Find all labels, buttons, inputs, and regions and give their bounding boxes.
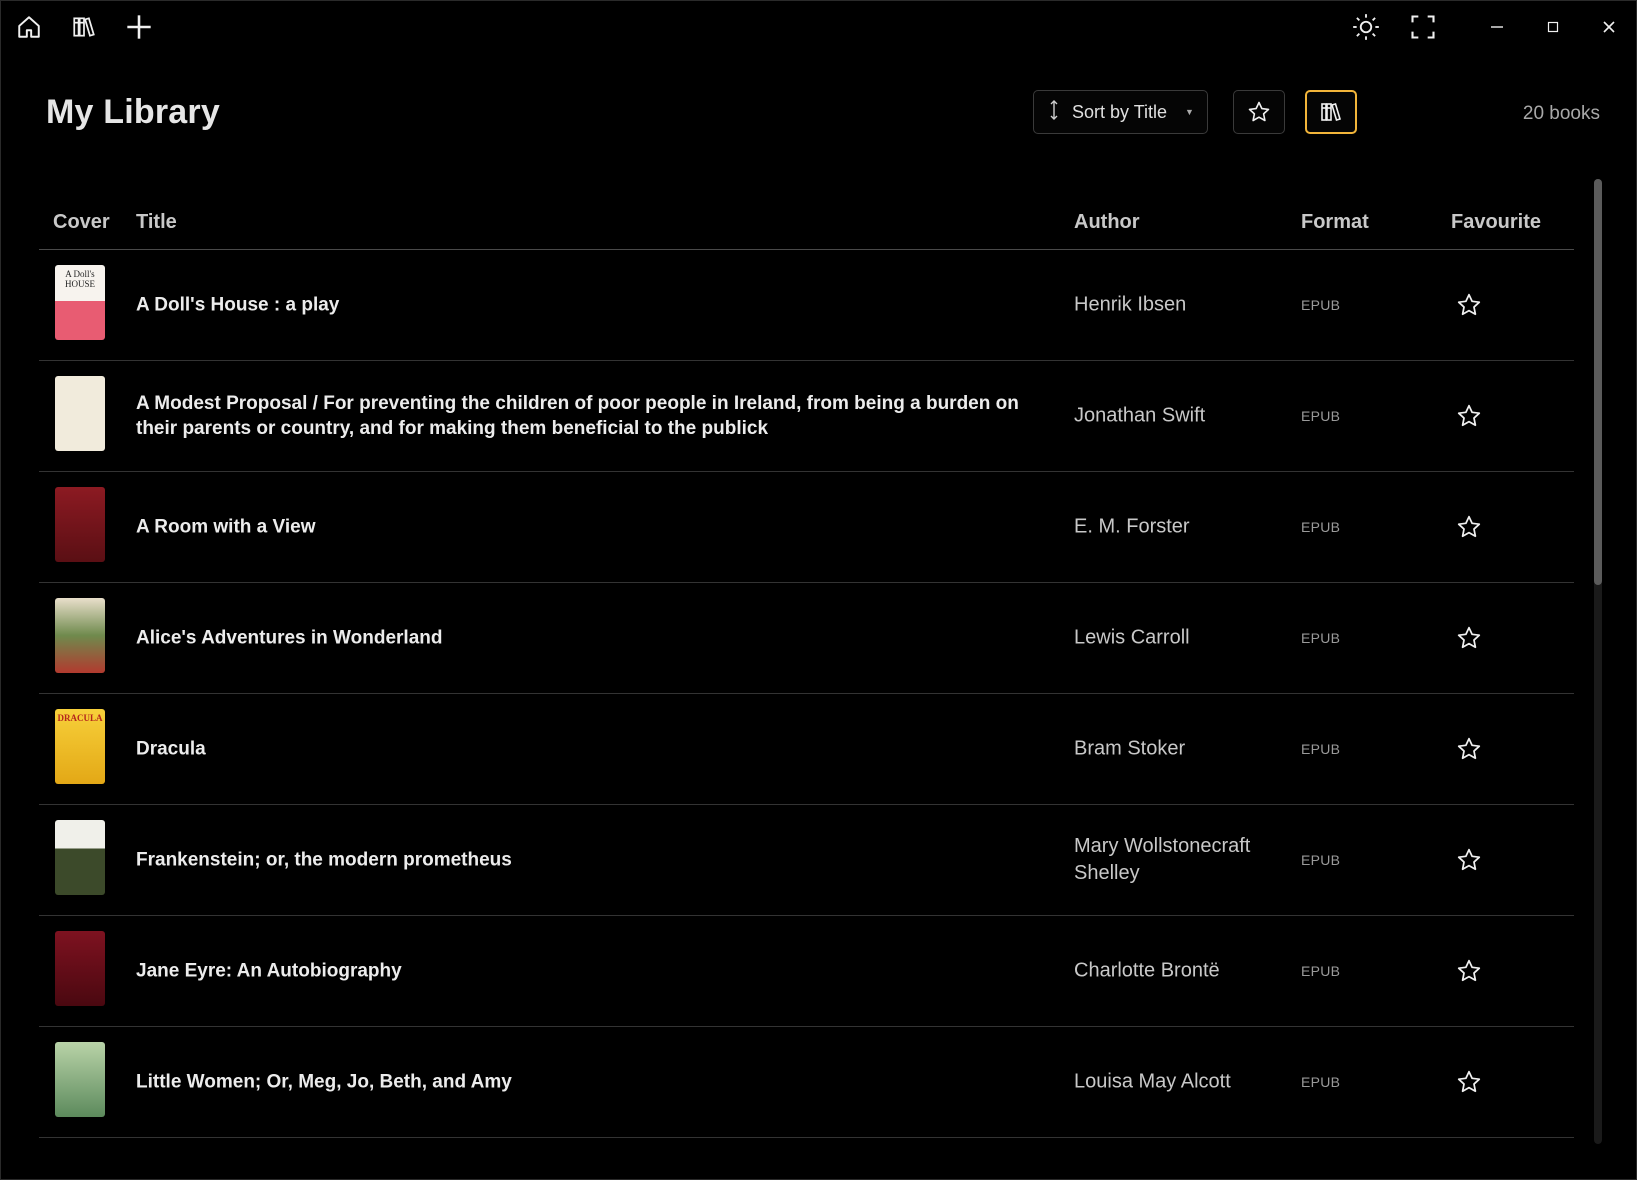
favourite-toggle[interactable] [1454,290,1484,320]
book-author: Louisa May Alcott [1074,1070,1231,1093]
book-author: Mary Wollstonecraft Shelley [1074,835,1251,884]
book-format: EPUB [1301,852,1341,868]
star-icon [1248,101,1270,122]
favourite-toggle[interactable] [1454,956,1484,986]
favourites-filter-button[interactable] [1233,90,1285,134]
star-icon [1457,404,1481,427]
sort-dropdown[interactable]: Sort by Title ▼ [1033,90,1208,134]
books-count: 20 books [1522,103,1600,124]
column-header-format[interactable]: Format [1301,211,1369,234]
scrollbar-thumb[interactable] [1594,179,1602,585]
book-title[interactable]: Dracula [136,737,1036,762]
book-author: E. M. Forster [1074,515,1190,538]
page-title: My Library [46,93,220,131]
book-cover[interactable] [55,598,105,673]
star-icon [1457,848,1481,871]
book-format: EPUB [1301,519,1341,535]
book-title[interactable]: Alice's Adventures in Wonderland [136,626,1036,651]
close-icon[interactable] [1589,7,1629,47]
book-title[interactable]: Jane Eyre: An Autobiography [136,959,1036,984]
book-cover[interactable] [55,487,105,562]
sort-icon [1048,99,1060,126]
favourite-toggle[interactable] [1454,845,1484,875]
table-row[interactable]: A Room with a View E. M. Forster EPUB [39,472,1574,583]
book-cover[interactable]: DRACULA [55,709,105,784]
favourite-toggle[interactable] [1454,401,1484,431]
star-icon [1457,515,1481,538]
book-cover[interactable] [55,376,105,451]
favourite-toggle[interactable] [1454,623,1484,653]
column-header-cover: Cover [53,211,110,233]
table-row[interactable]: Little Women; Or, Meg, Jo, Beth, and Amy… [39,1027,1574,1138]
star-icon [1457,959,1481,982]
book-title[interactable]: A Room with a View [136,515,1036,540]
title-bar [1,1,1636,53]
home-icon[interactable] [9,7,49,47]
fullscreen-icon[interactable] [1403,7,1443,47]
book-author: Jonathan Swift [1074,404,1206,427]
book-title[interactable]: A Doll's House : a play [136,293,1036,318]
book-author: Bram Stoker [1074,737,1186,760]
app-window: My Library Sort by Title ▼ 20 books Cove… [0,0,1637,1180]
table-row[interactable]: A Doll's HOUSE A Doll's House : a play H… [39,250,1574,361]
library-header: My Library Sort by Title ▼ 20 books [1,81,1636,145]
favourite-toggle[interactable] [1454,734,1484,764]
vertical-scrollbar[interactable] [1594,179,1602,1144]
book-cover[interactable]: A Doll's HOUSE [55,265,105,340]
book-format: EPUB [1301,741,1341,757]
star-icon [1457,737,1481,760]
sort-label: Sort by Title [1072,101,1168,122]
star-icon [1457,1070,1481,1093]
book-title[interactable]: Little Women; Or, Meg, Jo, Beth, and Amy [136,1070,1036,1095]
sun-icon[interactable] [1346,7,1386,47]
table-row[interactable]: Jane Eyre: An Autobiography Charlotte Br… [39,916,1574,1027]
book-format: EPUB [1301,297,1341,313]
table-row[interactable]: Alice's Adventures in Wonderland Lewis C… [39,583,1574,694]
library-view-button[interactable] [1305,90,1357,134]
column-header-title[interactable]: Title [136,211,177,234]
books-table: Cover Title Author Format Favourite A Do… [39,191,1574,1141]
favourite-toggle[interactable] [1454,512,1484,542]
book-cover[interactable] [55,931,105,1006]
column-header-favourite[interactable]: Favourite [1451,211,1541,234]
table-row[interactable]: Frankenstein; or, the modern prometheus … [39,805,1574,916]
table-header: Cover Title Author Format Favourite [39,191,1574,250]
star-icon [1457,626,1481,649]
maximize-icon[interactable] [1533,7,1573,47]
book-format: EPUB [1301,963,1341,979]
table-row[interactable]: A Modest Proposal / For preventing the c… [39,361,1574,472]
book-format: EPUB [1301,1074,1341,1090]
book-title[interactable]: A Modest Proposal / For preventing the c… [136,391,1036,441]
book-title[interactable]: Frankenstein; or, the modern prometheus [136,848,1036,873]
minimize-icon[interactable] [1477,7,1517,47]
book-author: Lewis Carroll [1074,626,1190,649]
book-author: Charlotte Brontë [1074,959,1220,982]
book-format: EPUB [1301,630,1341,646]
favourite-toggle[interactable] [1454,1067,1484,1097]
column-header-author[interactable]: Author [1074,211,1140,234]
table-row[interactable]: DRACULA Dracula Bram Stoker EPUB [39,694,1574,805]
library-icon[interactable] [64,7,104,47]
book-format: EPUB [1301,408,1341,424]
chevron-down-icon: ▼ [1185,107,1194,117]
star-icon [1457,293,1481,316]
plus-icon[interactable] [119,7,159,47]
book-cover[interactable] [55,820,105,895]
book-author: Henrik Ibsen [1074,293,1187,316]
library-icon [1321,103,1341,121]
book-cover[interactable] [55,1042,105,1117]
